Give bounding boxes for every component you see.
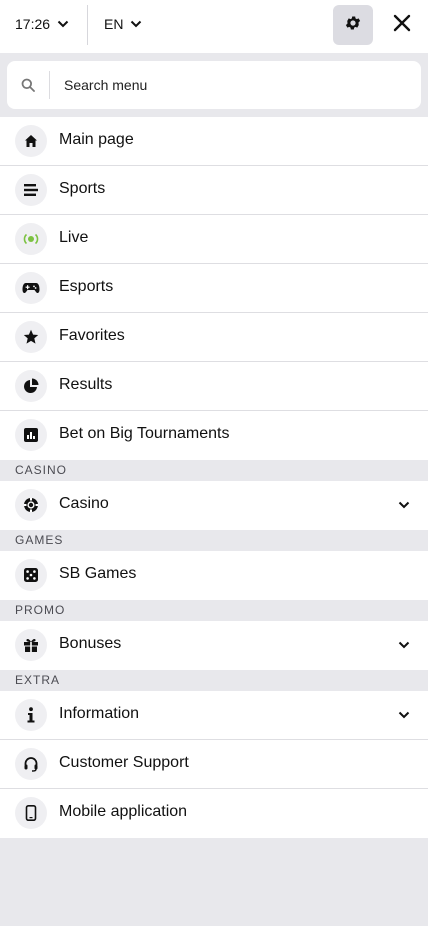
search-input[interactable] [50,65,390,105]
live-broadcast-icon [15,223,47,255]
language-label: EN [104,16,124,32]
chevron-down-icon[interactable] [396,637,412,653]
menu-item-label: Results [59,376,113,393]
search-icon [7,61,49,109]
menu-item-label: Bet on Big Tournaments [59,425,230,442]
search-area [0,53,428,117]
info-icon [15,699,47,731]
home-icon [15,125,47,157]
menu-item-label: Sports [59,180,106,197]
search-box [7,61,421,109]
menu-item-results[interactable]: Results [0,362,428,411]
menu-item-bonuses[interactable]: Bonuses [0,621,428,670]
list-icon [15,174,47,206]
menu-item-label: Main page [59,131,134,148]
headset-icon [15,748,47,780]
close-icon [393,14,411,37]
menu-item-label: Information [59,705,140,722]
dice-icon [15,559,47,591]
settings-button[interactable] [333,5,373,45]
menu-item-information[interactable]: Information [0,691,428,740]
gear-icon [344,14,362,37]
chevron-down-icon[interactable] [396,497,412,513]
menu-list: Main page Sports Live Esports Favorites … [0,117,428,838]
menu-item-label: Mobile application [59,803,188,820]
time-label: 17:26 [15,16,51,32]
chevron-down-icon[interactable] [396,707,412,723]
menu-item-label: SB Games [59,565,137,582]
gift-icon [15,629,47,661]
menu-item-esports[interactable]: Esports [0,264,428,313]
menu-item-customer-support[interactable]: Customer Support [0,740,428,789]
smartphone-icon [15,797,47,829]
menu-item-label: Esports [59,278,114,295]
time-selector[interactable]: 17:26 [15,14,70,34]
menu-item-label: Customer Support [59,754,189,771]
star-icon [15,321,47,353]
menu-item-bet-on-big-tournaments[interactable]: Bet on Big Tournaments [0,411,428,460]
language-selector[interactable]: EN [104,14,143,34]
casino-chip-icon [15,489,47,521]
close-button[interactable] [386,9,418,41]
menu-item-label: Bonuses [59,635,122,652]
menu-item-label: Favorites [59,327,125,344]
menu-item-label: Live [59,229,89,246]
gamepad-icon [15,272,47,304]
menu-item-sports[interactable]: Sports [0,166,428,215]
menu-item-main-page[interactable]: Main page [0,117,428,166]
menu-item-label: Casino [59,495,109,512]
menu-item-favorites[interactable]: Favorites [0,313,428,362]
bar-chart-icon [15,419,47,451]
chevron-down-icon [129,17,143,31]
section-header-extra: EXTRA [0,670,428,691]
menu-item-casino[interactable]: Casino [0,481,428,530]
topbar-divider [87,5,88,45]
pie-chart-icon [15,370,47,402]
section-header-casino: CASINO [0,460,428,481]
menu-item-live[interactable]: Live [0,215,428,264]
menu-item-mobile-application[interactable]: Mobile application [0,789,428,838]
chevron-down-icon [56,17,70,31]
section-header-promo: PROMO [0,600,428,621]
menu-item-sb-games[interactable]: SB Games [0,551,428,600]
section-header-games: GAMES [0,530,428,551]
top-bar: 17:26 EN [0,0,428,53]
